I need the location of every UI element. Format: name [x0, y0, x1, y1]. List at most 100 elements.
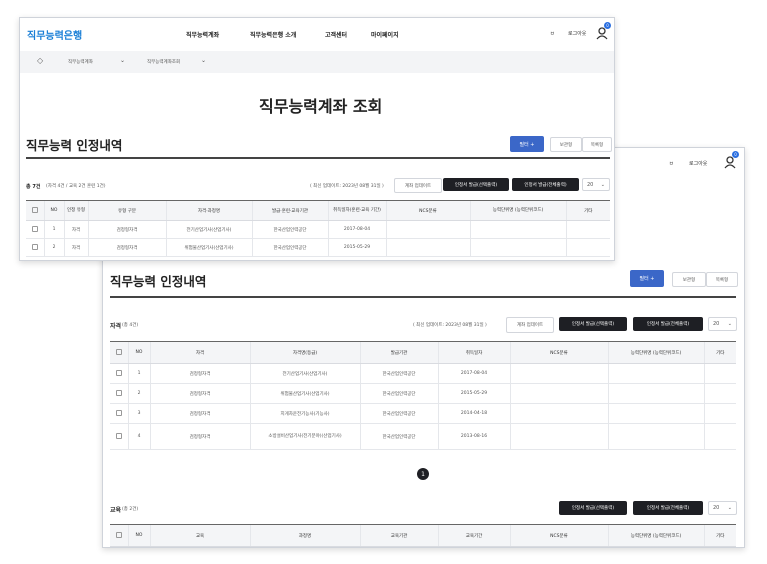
cell-rec-type: 자격 — [63, 238, 88, 257]
breadcrumb: ◇ 직무능력계좌 ⌄ 직무능력계좌조회 ⌄ — [20, 51, 614, 73]
chevron-down-icon[interactable]: ⌄ — [120, 57, 125, 64]
edu-header-checkbox[interactable] — [110, 524, 128, 547]
cell-org: 한국산업인력공단 — [251, 220, 328, 239]
notification-badge: 0 — [604, 22, 611, 29]
cell-date: 2013-08-16 — [437, 423, 510, 450]
cell-etc — [703, 383, 736, 404]
cell-unit — [469, 238, 566, 257]
card-view-toggle[interactable]: 보관형 — [672, 272, 706, 287]
nav-account[interactable]: 직무능력계좌 — [186, 30, 219, 39]
cell-name: 전기산업기사(산업기사) — [165, 220, 252, 239]
cell-rec-type: 자격 — [63, 220, 88, 239]
row-checkbox[interactable] — [26, 220, 44, 239]
cell-no: 2 — [127, 383, 150, 404]
cell-name: 지게차운전기능사(기능사) — [249, 403, 360, 424]
row-checkbox[interactable] — [110, 423, 128, 450]
qual-header-etc: 기타 — [703, 341, 736, 364]
pagination-page-1[interactable]: 1 — [417, 468, 429, 480]
cell-org: 한국산업인력공단 — [359, 423, 438, 450]
cell-org: 한국산업인력공단 — [251, 238, 328, 257]
cell-etc — [703, 363, 736, 384]
nav-about[interactable]: 직무능력은행 소개 — [250, 30, 296, 39]
section-divider — [26, 157, 610, 159]
cell-etc — [703, 403, 736, 424]
account-update-button[interactable]: 계좌 업데이트 — [394, 178, 442, 193]
cell-ncs — [509, 383, 608, 404]
nav-support[interactable]: 고객센터 — [325, 30, 347, 39]
issue-selected-button[interactable]: 인정서 발급(선택출력) — [443, 178, 509, 191]
cell-type-div: 검정형자격 — [87, 238, 166, 257]
qual-header-checkbox[interactable] — [110, 341, 128, 364]
cell-unit — [469, 220, 566, 239]
qual-page-size-value: 20 — [713, 321, 720, 327]
breadcrumb-item-lookup[interactable]: 직무능력계좌조회 — [147, 59, 180, 65]
list-view-label: 목록형 — [590, 142, 604, 148]
issue-all-button[interactable]: 인정서 발급(전체출력) — [512, 178, 579, 191]
language-toggle[interactable]: ㅂ — [550, 30, 555, 37]
header-ncs: NCS분류 — [385, 200, 470, 221]
cell-name: 전기산업기사(산업기사) — [249, 363, 360, 384]
page-title: 직무능력계좌 조회 — [259, 97, 383, 116]
qual-updated: ( 최신 업데이트: 2023년 08월 31일 ) — [413, 323, 487, 328]
cell-date: 2015-05-29 — [327, 238, 386, 257]
summary-detail: (자격 4건 / 교육 2건 훈련 1건) — [46, 184, 106, 189]
home-icon[interactable]: ◇ — [37, 56, 43, 65]
cell-type: 검정형자격 — [149, 423, 250, 450]
header-etc: 기타 — [565, 200, 610, 221]
header-unit: 능력단위명 (능력단위코드) — [469, 200, 566, 221]
qual-issue-selected-button[interactable]: 인정서 발급(선택출력) — [559, 317, 627, 331]
row-checkbox[interactable] — [110, 403, 128, 424]
cell-no: 4 — [127, 423, 150, 450]
summary-updated: ( 최신 업데이트: 2023년 08월 31일 ) — [310, 184, 384, 189]
logout-link[interactable]: 로그아웃 — [689, 160, 707, 167]
card-view-toggle[interactable]: 보관형 — [550, 137, 582, 152]
edu-issue-selected-button[interactable]: 인정서 발급(선택출력) — [559, 501, 627, 515]
table-row: 4 검정형자격 소방설비산업기사(전기분야)(산업기사) 한국산업인력공단 20… — [110, 423, 736, 450]
cell-date: 2014-04-18 — [437, 403, 510, 424]
table-row: 2 자격 검정형자격 위험물산업기사(산업기사) 한국산업인력공단 2015-0… — [26, 238, 610, 257]
cell-type: 검정형자격 — [149, 403, 250, 424]
section-title: 직무능력 인정내역 — [110, 274, 207, 289]
header-date: 취득일자(훈련·교육 기간) — [327, 200, 386, 221]
filter-button[interactable]: 필터 + — [510, 136, 544, 152]
row-checkbox[interactable] — [110, 363, 128, 384]
row-checkbox[interactable] — [110, 383, 128, 404]
chevron-down-icon[interactable]: ⌄ — [201, 57, 206, 64]
row-checkbox[interactable] — [26, 238, 44, 257]
qual-page-size-select[interactable]: 20 ⌄ — [708, 317, 737, 331]
recognition-table: NO 인정 유형 유형 구분 자격·과정명 발급·훈련·교육기관 취득일자(훈련… — [26, 200, 610, 257]
edu-header-edu: 교육 — [149, 524, 250, 547]
table-row: 3 검정형자격 지게차운전기능사(기능사) 한국산업인력공단 2014-04-1… — [110, 403, 736, 424]
chevron-down-icon: ⌄ — [727, 505, 732, 511]
cell-no: 2 — [43, 238, 64, 257]
list-view-label: 목록형 — [715, 277, 729, 283]
qual-update-button[interactable]: 계좌 업데이트 — [506, 317, 554, 333]
filter-button[interactable]: 필터 + — [630, 270, 664, 287]
cell-unit — [607, 423, 704, 450]
edu-header-org: 교육기관 — [359, 524, 438, 547]
header-checkbox[interactable] — [26, 200, 44, 221]
edu-header-ncs: NCS분류 — [509, 524, 608, 547]
nav-mypage[interactable]: 마이페이지 — [371, 30, 399, 39]
cell-date: 2017-08-04 — [437, 363, 510, 384]
logout-link[interactable]: 로그아웃 — [568, 30, 586, 37]
qual-issue-all-button[interactable]: 인정서 발급(전체출력) — [633, 317, 703, 331]
cell-ncs — [509, 403, 608, 424]
edu-page-size-select[interactable]: 20 ⌄ — [708, 501, 737, 515]
table-row: 2 검정형자격 위험물산업기사(산업기사) 한국산업인력공단 2015-05-2… — [110, 383, 736, 404]
list-view-toggle[interactable]: 목록형 — [706, 272, 738, 287]
edu-issue-all-button[interactable]: 인정서 발급(전체출력) — [633, 501, 703, 515]
qual-header-ncs: NCS분류 — [509, 341, 608, 364]
page-size-select[interactable]: 20 ⌄ — [582, 178, 610, 191]
card-view-label: 보관형 — [559, 142, 573, 148]
cell-ncs — [509, 423, 608, 450]
language-toggle[interactable]: ㅂ — [669, 160, 674, 167]
qual-header-date: 취득일자 — [437, 341, 510, 364]
cell-type-div: 검정형자격 — [87, 220, 166, 239]
cell-unit — [607, 363, 704, 384]
list-view-toggle[interactable]: 목록형 — [582, 137, 612, 152]
breadcrumb-item-account[interactable]: 직무능력계좌 — [68, 59, 93, 65]
site-logo[interactable]: 직무능력은행 — [27, 27, 82, 42]
edu-label: 교육 — [110, 507, 122, 514]
header-org: 발급·훈련·교육기관 — [251, 200, 328, 221]
